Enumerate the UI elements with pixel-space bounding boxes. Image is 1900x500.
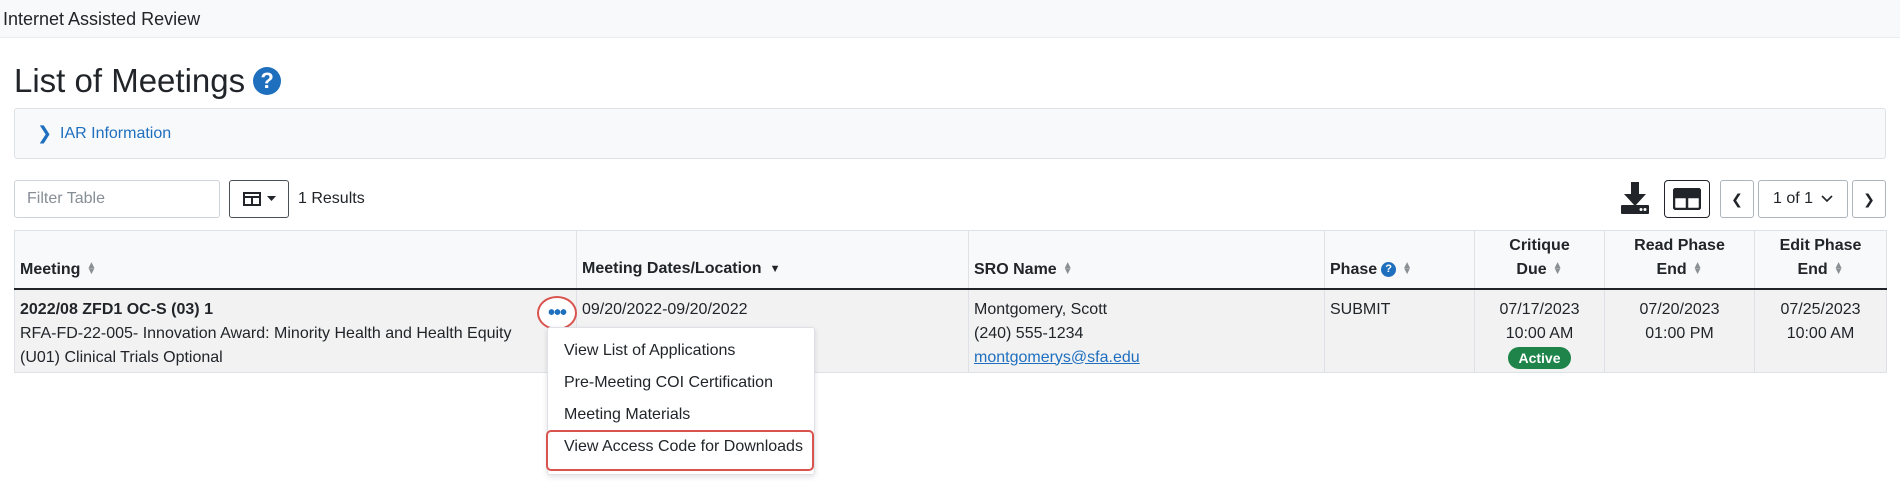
meeting-cell: 2022/08 ZFD1 OC-S (03) 1 RFA-FD-22-005- … bbox=[14, 288, 577, 373]
top-bar: Internet Assisted Review bbox=[0, 0, 1900, 38]
meeting-dates: 09/20/2022-09/20/2022 bbox=[582, 300, 748, 318]
menu-item-pre-meeting-coi-certification[interactable]: Pre-Meeting COI Certification bbox=[564, 374, 773, 392]
phase-cell: SUBMIT bbox=[1324, 288, 1475, 373]
next-page-button[interactable]: ❯ bbox=[1852, 180, 1886, 218]
read-time: 01:00 PM bbox=[1645, 324, 1714, 342]
chevron-left-icon: ❮ bbox=[1731, 190, 1743, 207]
app-title: Internet Assisted Review bbox=[3, 9, 201, 29]
iar-information-panel[interactable]: ❯ IAR Information bbox=[14, 108, 1886, 159]
page-title-text: List of Meetings bbox=[14, 62, 246, 99]
previous-page-button[interactable]: ❮ bbox=[1720, 180, 1754, 218]
column-header-critique-due[interactable]: Critique Due ▲ ▼ bbox=[1474, 230, 1605, 290]
ellipsis-icon: ••• bbox=[547, 301, 567, 324]
sort-icon[interactable]: ▲ ▼ bbox=[1553, 261, 1563, 277]
meeting-description: RFA-FD-22-005- Innovation Award: Minorit… bbox=[20, 324, 512, 342]
edit-time: 10:00 AM bbox=[1786, 324, 1855, 342]
download-icon[interactable] bbox=[1618, 180, 1652, 216]
sort-icon[interactable]: ▲ ▼ bbox=[1402, 261, 1412, 277]
filter-table-input[interactable] bbox=[14, 180, 220, 218]
iar-information-label[interactable]: IAR Information bbox=[60, 125, 171, 143]
sro-email-link[interactable]: montgomerys@sfa.edu bbox=[974, 349, 1140, 366]
read-date: 07/20/2023 bbox=[1639, 300, 1720, 318]
column-header-meeting-dates[interactable]: Meeting Dates/Location ▼ bbox=[576, 230, 969, 290]
chevron-down-icon bbox=[1821, 195, 1833, 203]
results-count: 1 Results bbox=[298, 190, 365, 207]
question-circle-icon[interactable]: ? bbox=[1381, 261, 1397, 277]
chevron-right-icon: ❯ bbox=[1863, 190, 1875, 207]
meetings-table: Meeting ▲ ▼ Meeting Dates/Location ▼ SRO Na… bbox=[14, 230, 1887, 373]
highlight-outline bbox=[546, 430, 814, 471]
page-select[interactable]: 1 of 1 bbox=[1758, 180, 1848, 218]
column-chooser-button[interactable] bbox=[229, 180, 289, 218]
page-select-value: 1 of 1 bbox=[1772, 190, 1814, 207]
sro-name: Montgomery, Scott bbox=[974, 300, 1108, 318]
status-badge: Active bbox=[1508, 346, 1571, 369]
table-header-row: Meeting ▲ ▼ Meeting Dates/Location ▼ SRO Na… bbox=[14, 230, 1887, 290]
menu-item-view-list-of-applications[interactable]: View List of Applications bbox=[564, 342, 735, 360]
grid-layout-button[interactable] bbox=[1664, 180, 1710, 218]
meeting-name: 2022/08 ZFD1 OC-S (03) 1 bbox=[20, 300, 213, 318]
sro-cell: Montgomery, Scott (240) 555-1234 montgom… bbox=[968, 288, 1325, 373]
chevron-right-icon[interactable]: ❯ bbox=[37, 123, 52, 144]
edit-phase-end-cell: 07/25/2023 10:00 AM bbox=[1754, 288, 1887, 373]
row-actions-button[interactable]: ••• bbox=[537, 296, 577, 330]
critique-time: 10:00 AM bbox=[1505, 324, 1574, 342]
sro-phone: (240) 555-1234 bbox=[974, 324, 1084, 342]
read-phase-end-cell: 07/20/2023 01:00 PM bbox=[1604, 288, 1755, 373]
sort-icon[interactable]: ▲ ▼ bbox=[1063, 261, 1073, 277]
sort-desc-icon[interactable]: ▼ bbox=[770, 257, 781, 281]
critique-due-cell: 07/17/2023 10:00 AM Active bbox=[1474, 288, 1605, 373]
table-row: 2022/08 ZFD1 OC-S (03) 1 RFA-FD-22-005- … bbox=[14, 288, 1887, 373]
menu-item-meeting-materials[interactable]: Meeting Materials bbox=[564, 406, 690, 424]
sort-icon[interactable]: ▲ ▼ bbox=[1693, 261, 1703, 277]
sort-icon[interactable]: ▲ ▼ bbox=[86, 261, 96, 277]
phase-value: SUBMIT bbox=[1330, 300, 1391, 318]
sort-icon[interactable]: ▲ ▼ bbox=[1834, 261, 1844, 277]
caret-down-icon bbox=[266, 196, 276, 201]
column-header-meeting[interactable]: Meeting ▲ ▼ bbox=[14, 230, 577, 290]
column-header-read-phase-end[interactable]: Read Phase End ▲ ▼ bbox=[1604, 230, 1755, 290]
page-title: List of Meetings ? bbox=[14, 62, 282, 100]
table-columns-icon bbox=[242, 192, 261, 206]
column-header-sro-name[interactable]: SRO Name ▲ ▼ bbox=[968, 230, 1325, 290]
meeting-description-cont: (U01) Clinical Trials Optional bbox=[20, 348, 223, 366]
column-header-edit-phase-end[interactable]: Edit Phase End ▲ ▼ bbox=[1754, 230, 1887, 290]
column-header-phase[interactable]: Phase? ▲ ▼ bbox=[1324, 230, 1475, 290]
question-circle-icon[interactable]: ? bbox=[253, 67, 282, 95]
grid-view-icon bbox=[1673, 188, 1701, 210]
critique-date: 07/17/2023 bbox=[1499, 300, 1580, 318]
edit-date: 07/25/2023 bbox=[1780, 300, 1861, 318]
